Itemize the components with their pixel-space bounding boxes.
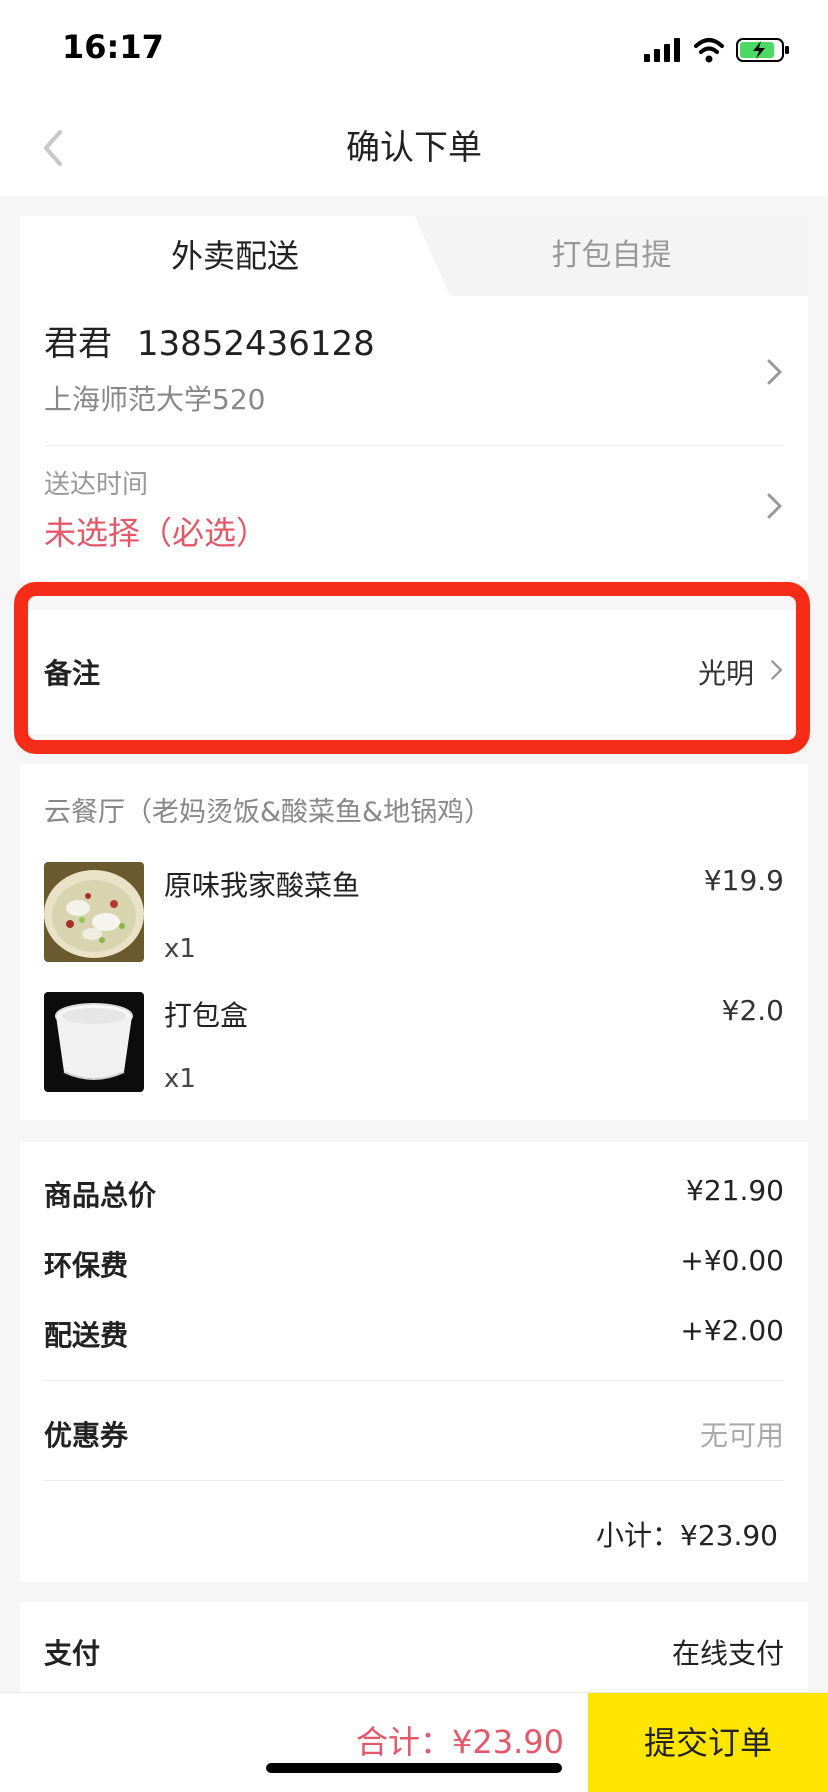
wifi-icon: [694, 38, 724, 63]
order-total: 合计：¥23.90: [356, 1723, 564, 1761]
fee-label: 商品总价: [44, 1179, 157, 1212]
item-price: ¥2.0: [721, 994, 784, 1027]
bottom-bar: 合计：¥23.90 提交订单: [0, 1692, 828, 1792]
payment-row[interactable]: 支付 在线支付: [44, 1632, 784, 1672]
payment-value: 在线支付: [671, 1637, 784, 1670]
fee-row-delivery: 配送费 +¥2.00: [44, 1314, 784, 1354]
home-indicator: [266, 1763, 562, 1773]
item-name: 打包盒: [164, 999, 249, 1032]
subtotal: 小计：¥23.90: [596, 1519, 778, 1552]
tab-delivery-label: 外卖配送: [170, 237, 299, 275]
fee-row-eco: 环保费 +¥0.00: [44, 1244, 784, 1284]
delivery-time-row[interactable]: 送达时间 未选择（必选）: [44, 446, 784, 572]
chevron-right-icon: [767, 359, 782, 385]
fee-label: 配送费: [44, 1319, 129, 1352]
item-price: ¥19.9: [703, 864, 784, 897]
address-row[interactable]: 君君 13852436128 上海师范大学520: [44, 296, 784, 446]
tab-pickup[interactable]: 打包自提: [415, 216, 808, 296]
divider: [44, 1480, 784, 1481]
fee-label: 环保费: [44, 1249, 129, 1282]
status-icons: [644, 34, 794, 66]
coupon-label: 优惠券: [44, 1419, 129, 1452]
status-bar: 16:17: [0, 0, 828, 100]
divider: [44, 1380, 784, 1381]
delivery-card: 外卖配送 打包自提 君君 13852436128 上海师范大学520 送达时间 …: [20, 216, 808, 580]
highlight-annotation: [14, 582, 810, 754]
coupon-value: 无可用: [699, 1419, 784, 1452]
payment-label: 支付: [44, 1637, 101, 1670]
tab-delivery[interactable]: 外卖配送: [20, 216, 450, 296]
list-item: 原味我家酸菜鱼 x1 ¥19.9: [44, 862, 784, 966]
item-qty: x1: [164, 1064, 196, 1094]
shop-name: 云餐厅（老妈烫饭&酸菜鱼&地锅鸡）: [44, 797, 492, 828]
delivery-time-label: 送达时间: [44, 470, 149, 500]
fee-value: +¥2.00: [680, 1314, 784, 1347]
takeout-box-icon: [44, 992, 144, 1092]
nav-bar: 确认下单: [0, 100, 828, 196]
fee-row-goods-total: 商品总价 ¥21.90: [44, 1174, 784, 1214]
battery-icon: [736, 38, 789, 62]
recipient-name: 君君: [44, 324, 112, 364]
coupon-row[interactable]: 优惠券 无可用: [44, 1414, 784, 1454]
fee-value: +¥0.00: [680, 1244, 784, 1277]
chevron-right-icon: [767, 493, 782, 519]
fee-value: ¥21.90: [686, 1174, 784, 1207]
recipient: 君君 13852436128: [44, 316, 375, 365]
submit-order-button[interactable]: 提交订单: [588, 1693, 828, 1792]
page-title: 确认下单: [346, 128, 482, 168]
delivery-time-value: 未选择（必选）: [44, 514, 269, 552]
status-time: 16:17: [62, 28, 164, 66]
address-line: 上海师范大学520: [44, 383, 266, 416]
list-item: 打包盒 x1 ¥2.0: [44, 992, 784, 1096]
signal-icon: [644, 38, 680, 62]
pickled-fish-dish-icon: [44, 862, 144, 962]
item-name: 原味我家酸菜鱼: [164, 869, 361, 902]
delivery-tabs: 外卖配送 打包自提: [20, 216, 808, 296]
item-qty: x1: [164, 934, 196, 964]
recipient-phone: 13852436128: [136, 324, 375, 364]
